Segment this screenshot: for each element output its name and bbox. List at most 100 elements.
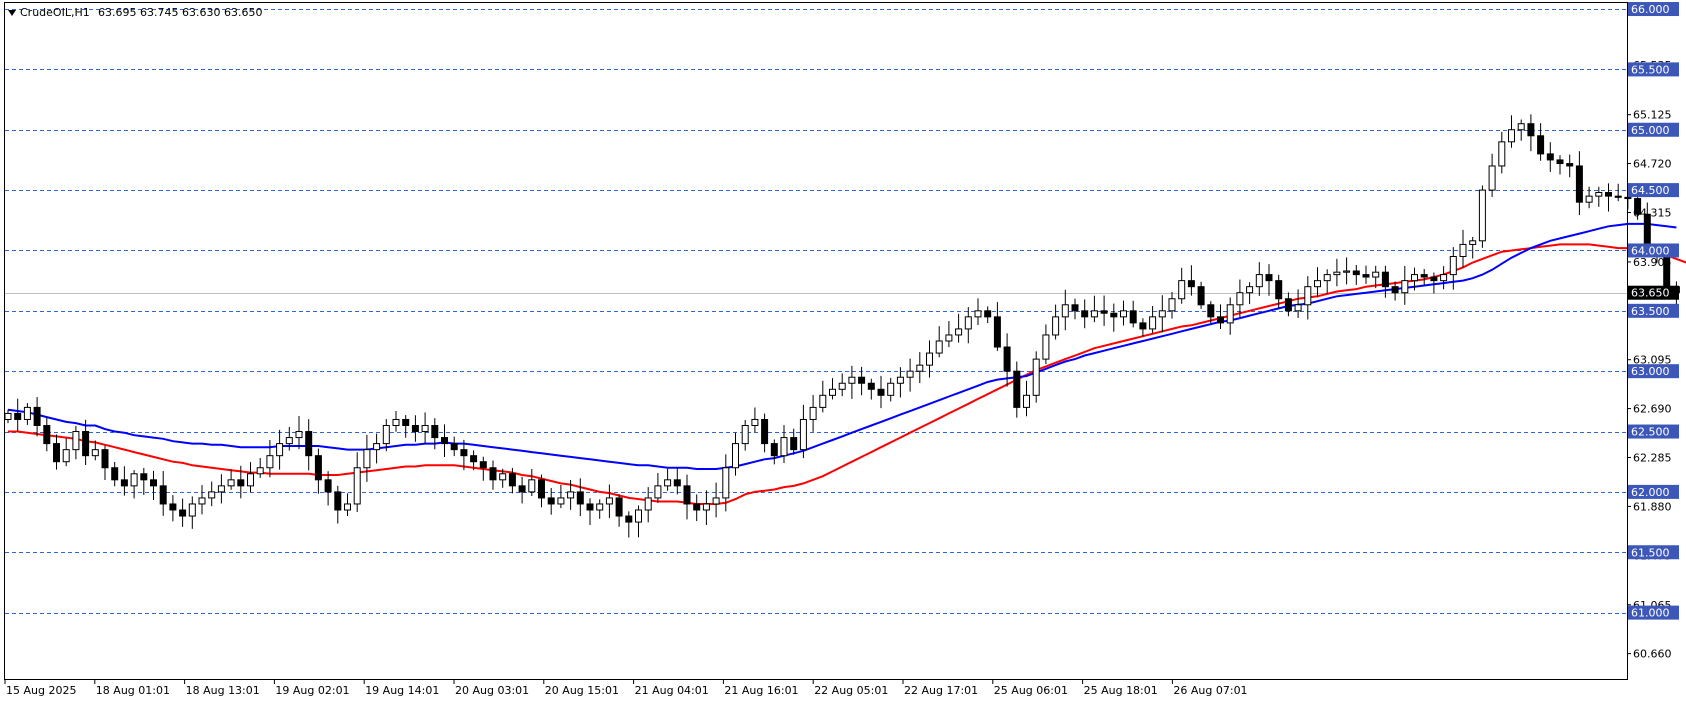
candle-body-down	[1420, 274, 1428, 278]
candle-body-up	[741, 425, 749, 445]
candle-body-down	[1187, 280, 1195, 288]
candle-body-up	[353, 467, 361, 505]
ohlc-label: 63.695 63.745 63.630 63.650	[98, 6, 262, 19]
candle-body-up	[1469, 240, 1477, 245]
candle-body-up	[1449, 256, 1457, 276]
candle-body-down	[1129, 310, 1137, 324]
level-badge-label: 63.000	[1631, 365, 1670, 378]
x-tick-label: 18 Aug 13:01	[186, 684, 260, 697]
x-tick-label: 21 Aug 04:01	[635, 684, 709, 697]
candle-body-down	[431, 425, 439, 439]
candle-body-up	[421, 425, 429, 433]
candle-body-up	[1226, 304, 1234, 324]
candle-body-up	[208, 491, 216, 499]
candle-body-up	[654, 485, 662, 499]
candle-body-down	[586, 503, 594, 511]
level-badge-label: 61.500	[1631, 546, 1670, 559]
candle-body-down	[150, 479, 157, 487]
x-tick-label: 25 Aug 06:01	[994, 684, 1068, 697]
candle-body-down	[1362, 274, 1370, 278]
candle-body-up	[285, 437, 293, 445]
x-tick-label: 20 Aug 03:01	[455, 684, 529, 697]
candle-body-up	[1323, 274, 1331, 282]
candle-body-down	[858, 376, 866, 384]
candle-body-down	[1537, 135, 1545, 155]
symbol-header: CrudeOIL,H1 63.695 63.745 63.630 63.650	[8, 6, 262, 19]
candle-body-up	[528, 479, 536, 493]
candle-body-up	[1032, 358, 1040, 396]
candle-body-up	[605, 497, 613, 505]
price-chart[interactable]: 60.66061.06561.47561.88062.28562.69063.0…	[0, 0, 1686, 702]
candle-body-up	[217, 485, 225, 493]
candle-body-up	[91, 449, 99, 457]
candle-body-up	[1517, 123, 1525, 131]
candle-body-down	[120, 479, 128, 487]
candle-body-down	[43, 425, 51, 445]
candle-body-down	[508, 473, 516, 487]
chart-background	[0, 0, 1686, 702]
candle-body-up	[702, 503, 710, 511]
candle-body-up	[1440, 274, 1448, 282]
level-badge-label: 65.000	[1631, 124, 1670, 137]
candle-body-up	[1333, 271, 1341, 276]
x-tick-label: 19 Aug 14:01	[365, 684, 439, 697]
candle-body-down	[179, 509, 187, 517]
candle-body-down	[1430, 276, 1438, 282]
candle-body-down	[1381, 271, 1389, 288]
candle-body-up	[276, 443, 284, 457]
candle-body-up	[1411, 274, 1418, 282]
candle-body-up	[712, 497, 720, 505]
y-tick-label: 60.660	[1633, 648, 1672, 661]
candle-body-down	[1575, 165, 1583, 203]
candle-body-down	[1197, 286, 1205, 306]
candle-body-down	[1546, 153, 1554, 161]
candle-body-up	[1304, 286, 1312, 306]
candle-body-up	[382, 425, 390, 445]
candle-body-down	[169, 503, 177, 511]
candle-body-down	[14, 412, 22, 420]
candle-body-up	[955, 328, 963, 336]
candle-body-down	[1003, 346, 1011, 372]
y-tick-label: 65.125	[1633, 109, 1672, 122]
candle-body-up	[896, 376, 904, 384]
x-tick-label: 21 Aug 16:01	[724, 684, 798, 697]
y-tick-label: 63.905	[1633, 256, 1672, 269]
candle-body-down	[1207, 304, 1215, 318]
candle-body-down	[1217, 316, 1224, 324]
candle-body-down	[314, 455, 322, 481]
candle-body-down	[693, 503, 701, 511]
candle-body-up	[1314, 280, 1321, 288]
candle-body-down	[1284, 298, 1292, 312]
candle-body-up	[751, 418, 759, 427]
candle-body-down	[441, 437, 448, 445]
candle-body-down	[1139, 322, 1147, 330]
candle-body-up	[1246, 286, 1254, 294]
x-tick-label: 22 Aug 05:01	[814, 684, 888, 697]
candle-body-up	[1168, 298, 1176, 312]
x-tick-label: 18 Aug 01:01	[96, 684, 170, 697]
candle-body-down	[82, 431, 90, 457]
candle-body-down	[1110, 312, 1118, 318]
candle-body-up	[926, 352, 933, 366]
level-badge-label: 62.000	[1631, 486, 1670, 499]
candle-body-up	[1090, 310, 1098, 318]
candle-body-down	[324, 479, 332, 493]
candle-body-down	[547, 497, 555, 505]
candle	[1478, 185, 1486, 248]
candle-body-up	[1595, 192, 1603, 197]
candle-body-up	[829, 388, 836, 396]
candle-body-up	[1120, 310, 1127, 318]
candle-body-up	[819, 394, 827, 408]
candle-body-up	[848, 376, 856, 384]
level-badge-label: 65.500	[1631, 63, 1670, 76]
candle-body-down	[1081, 310, 1089, 318]
candle-body-up	[295, 431, 303, 439]
current-price-label: 63.650	[1631, 287, 1670, 300]
y-tick-label: 62.285	[1633, 451, 1672, 464]
level-badge-label: 66.000	[1631, 3, 1670, 16]
candle-body-down	[479, 461, 487, 469]
candle-body-up	[596, 503, 604, 511]
candle-body-up	[567, 491, 575, 499]
x-tick-label: 26 Aug 07:01	[1173, 684, 1247, 697]
candle-body-down	[53, 443, 60, 463]
